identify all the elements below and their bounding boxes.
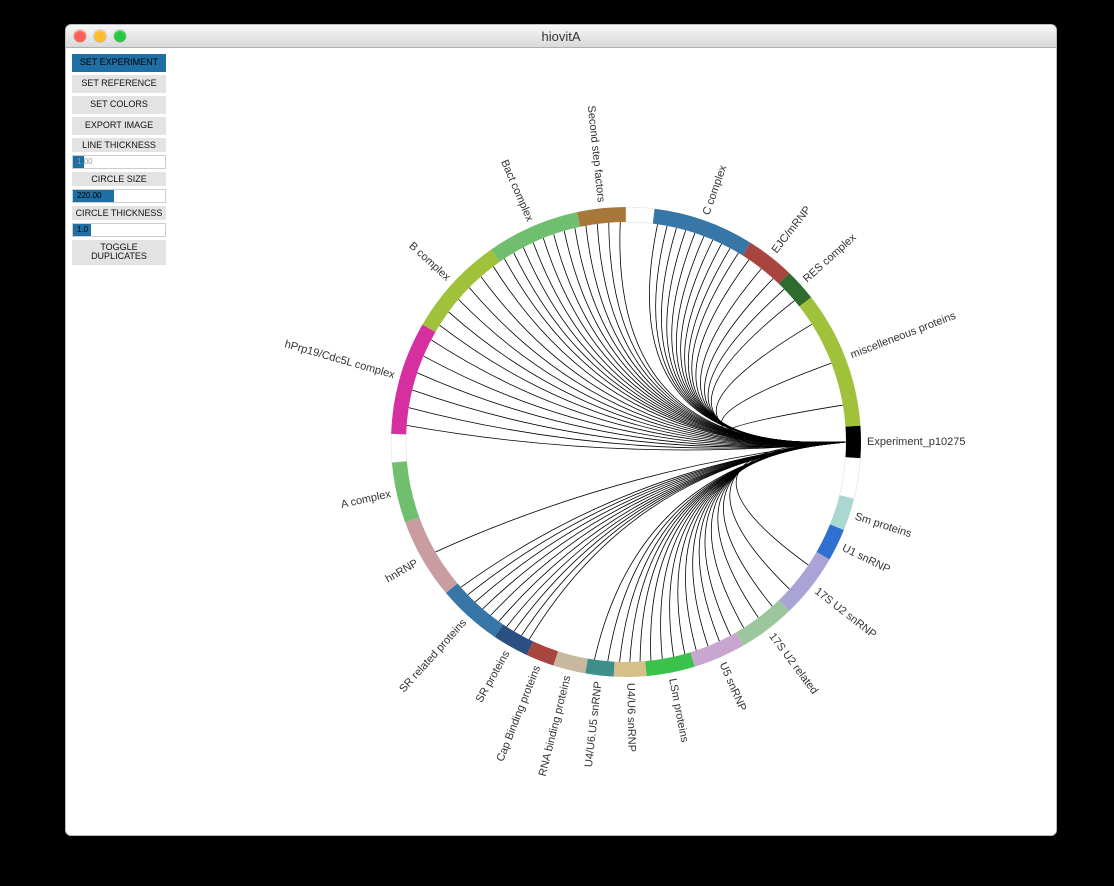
segment-label: U5 snRNP bbox=[717, 661, 749, 713]
ring-segment[interactable] bbox=[817, 524, 844, 559]
ring-segment[interactable] bbox=[585, 659, 614, 677]
chord-diagram: Experiment_p10275 Sm proteinsU1 snRNP 17S … bbox=[196, 48, 1056, 836]
segment-label: RNA binding proteins bbox=[537, 674, 574, 778]
segment-label: U4/U6 snRNP bbox=[624, 683, 637, 752]
chord-line bbox=[594, 442, 846, 660]
segment-label: Second step factors bbox=[585, 105, 607, 203]
ring-segment[interactable] bbox=[839, 457, 860, 499]
toggle-duplicates-button[interactable]: TOGGLE DUPLICATES bbox=[72, 240, 166, 266]
chord-line bbox=[630, 442, 846, 662]
ring-segment[interactable] bbox=[645, 652, 695, 676]
segment-label: SR related proteins bbox=[397, 617, 469, 695]
close-icon[interactable] bbox=[74, 30, 86, 42]
segment-label: SR proteins bbox=[474, 648, 513, 704]
line-thickness-label: LINE THICKNESS bbox=[72, 138, 166, 152]
segment-label: U1 snRNP bbox=[840, 542, 892, 576]
export-image-button[interactable]: EXPORT IMAGE bbox=[72, 117, 166, 135]
ring-segment[interactable] bbox=[491, 212, 580, 262]
line-thickness-input[interactable]: 1.00 bbox=[72, 155, 166, 169]
zoom-icon[interactable] bbox=[114, 30, 126, 42]
ring-segment[interactable] bbox=[830, 495, 854, 530]
ring-segment[interactable] bbox=[653, 209, 751, 256]
ring-segment[interactable] bbox=[405, 517, 457, 593]
content-area: SET EXPERIMENT SET REFERENCE SET COLORS … bbox=[66, 48, 1056, 836]
segment-label: RES complex bbox=[801, 231, 859, 285]
segment-label: 17S U2 snRNP bbox=[812, 586, 878, 641]
segment-label: Bact complex bbox=[498, 158, 536, 224]
chord-line bbox=[521, 442, 846, 636]
chord-line bbox=[597, 224, 846, 443]
chord-line bbox=[417, 373, 846, 446]
segment-label: C complex bbox=[701, 163, 730, 216]
circle-thickness-label: CIRCLE THICKNESS bbox=[72, 206, 166, 220]
segment-label: LSm proteins bbox=[666, 677, 690, 743]
window-title: hiovitA bbox=[66, 29, 1056, 44]
ring-segment[interactable] bbox=[391, 434, 407, 463]
segment-label: hPrp19/Cdc5L complex bbox=[283, 338, 396, 381]
segment-label: EJC/mRNP bbox=[770, 204, 814, 256]
ring-segment[interactable] bbox=[527, 641, 558, 665]
chord-line bbox=[705, 279, 846, 443]
set-colors-button[interactable]: SET COLORS bbox=[72, 96, 166, 114]
segment-label: Sm proteins bbox=[853, 511, 913, 541]
chord-line bbox=[423, 356, 846, 446]
segment-label: A complex bbox=[340, 488, 393, 511]
segment-label: B complex bbox=[406, 240, 452, 284]
ring-segment[interactable] bbox=[845, 426, 861, 459]
chord-line bbox=[469, 288, 846, 445]
ring-segment[interactable] bbox=[690, 633, 743, 667]
circle-thickness-input[interactable]: 1.0 bbox=[72, 223, 166, 237]
ring-segment[interactable] bbox=[577, 207, 626, 227]
ring-segment[interactable] bbox=[614, 661, 647, 677]
app-window: hiovitA SET EXPERIMENT SET REFERENCE SET… bbox=[65, 24, 1057, 836]
sidebar: SET EXPERIMENT SET REFERENCE SET COLORS … bbox=[72, 54, 166, 265]
chord-line bbox=[696, 260, 846, 443]
chord-line bbox=[730, 442, 846, 589]
segment-label: Experiment_p10275 bbox=[867, 436, 965, 448]
set-experiment-button[interactable]: SET EXPERIMENT bbox=[72, 54, 166, 72]
segment-label: hnRNP bbox=[384, 557, 421, 585]
chord-line bbox=[700, 269, 846, 443]
circle-size-label: CIRCLE SIZE bbox=[72, 172, 166, 186]
ring-segment[interactable] bbox=[626, 207, 655, 224]
chord-line bbox=[461, 442, 846, 587]
segment-label: U4/U6.U5 snRNP bbox=[583, 681, 605, 768]
chord-line bbox=[449, 312, 846, 445]
segment-label: 17S U2 related bbox=[766, 631, 820, 697]
chord-line bbox=[475, 442, 846, 602]
ring-segment[interactable] bbox=[553, 651, 587, 673]
segment-label: Cap Binding proteins bbox=[495, 664, 544, 764]
circle-size-input[interactable]: 220.00 bbox=[72, 189, 166, 203]
chord-line bbox=[435, 442, 846, 552]
segment-label: miscelleneous proteins bbox=[849, 310, 958, 361]
ring-segment[interactable] bbox=[391, 325, 435, 435]
ring-segment[interactable] bbox=[392, 461, 419, 522]
minimize-icon[interactable] bbox=[94, 30, 106, 42]
titlebar[interactable]: hiovitA bbox=[66, 25, 1056, 48]
set-reference-button[interactable]: SET REFERENCE bbox=[72, 75, 166, 93]
